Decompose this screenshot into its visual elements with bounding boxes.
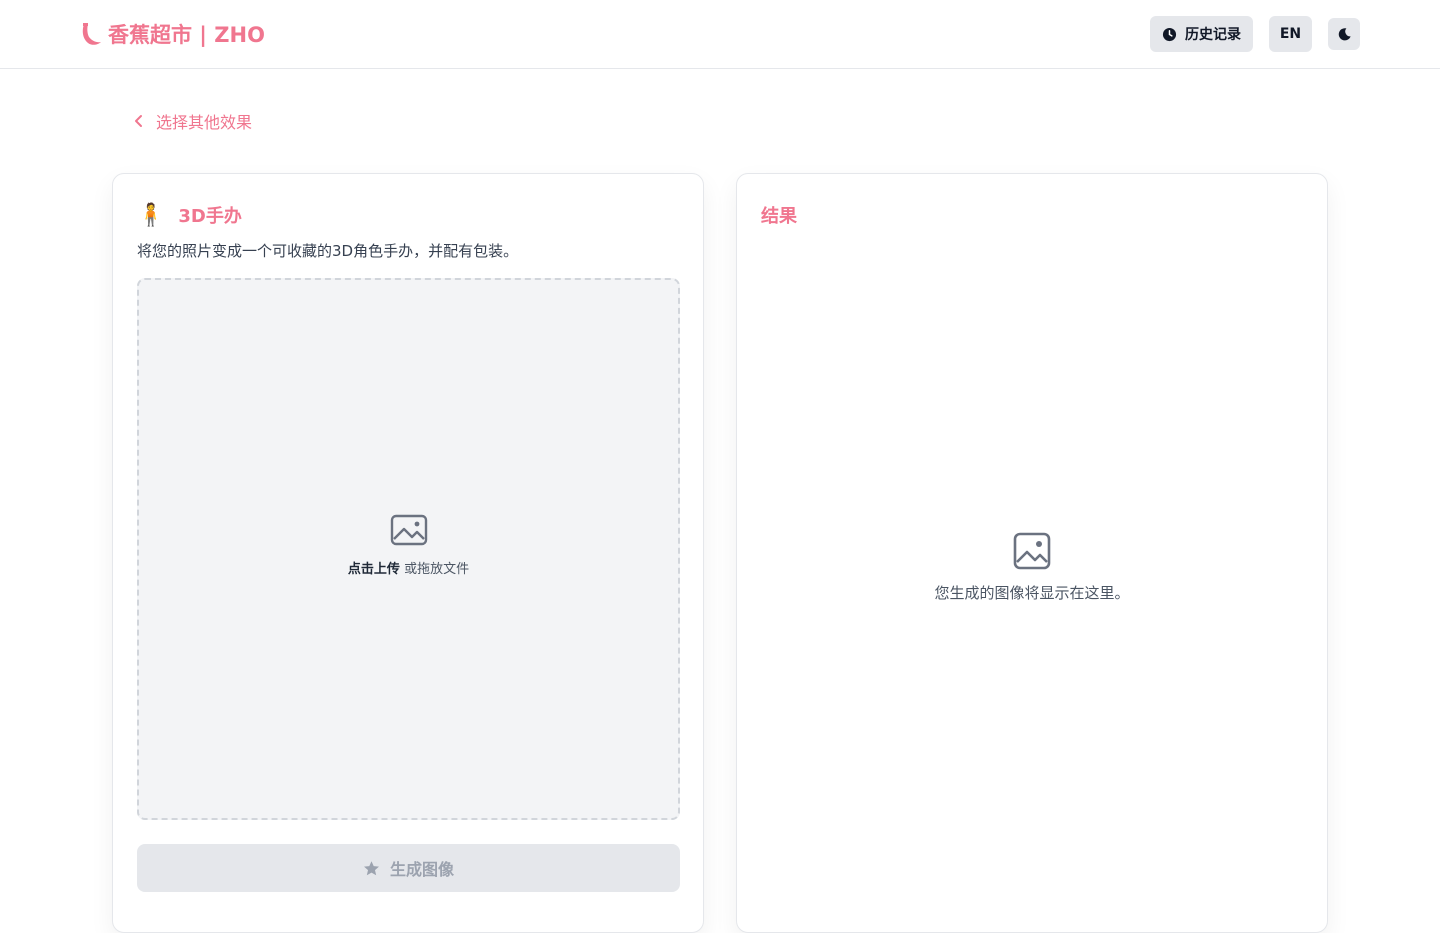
clock-icon	[1162, 27, 1177, 41]
back-label: 选择其他效果	[156, 113, 253, 132]
upload-instructions: 点击上传 或拖放文件	[348, 558, 469, 577]
upload-click-label[interactable]: 点击上传	[348, 562, 400, 577]
history-button[interactable]: 历史记录	[1150, 16, 1253, 52]
top-bar: 香蕉超市 | ZHO 历史记录 EN	[0, 0, 1440, 69]
generate-label: 生成图像	[389, 860, 454, 879]
brand-title: 香蕉超市 | ZHO	[108, 23, 265, 47]
moon-icon	[1338, 27, 1351, 40]
image-upload-dropzone[interactable]: 点击上传 或拖放文件	[137, 278, 680, 820]
result-placeholder-text: 您生成的图像将显示在这里。	[934, 584, 1130, 602]
language-toggle[interactable]: EN	[1269, 16, 1312, 52]
image-icon	[1013, 532, 1051, 570]
result-title: 结果	[761, 206, 797, 227]
upload-drag-label: 或拖放文件	[404, 562, 470, 577]
generate-image-button[interactable]: 生成图像	[137, 844, 680, 892]
result-panel: 结果 您生成的图像将显示在这里。	[736, 173, 1328, 933]
history-label: 历史记录	[1185, 27, 1241, 43]
brand-logo[interactable]: 香蕉超市 | ZHO	[80, 19, 265, 49]
effect-panel: 🧍 3D手办 将您的照片变成一个可收藏的3D角色手办，并配有包装。 点击上传 或…	[112, 173, 704, 933]
result-placeholder: 您生成的图像将显示在这里。	[737, 532, 1327, 603]
effect-title: 3D手办	[178, 206, 242, 227]
effect-emoji-icon: 🧍	[137, 202, 165, 228]
banana-icon	[82, 23, 101, 45]
effect-description: 将您的照片变成一个可收藏的3D角色手办，并配有包装。	[137, 242, 519, 260]
image-icon	[390, 514, 427, 546]
chevron-left-icon	[135, 115, 142, 127]
back-to-effects-link[interactable]: 选择其他效果	[132, 109, 252, 133]
star-icon	[364, 860, 379, 875]
theme-toggle[interactable]	[1328, 18, 1360, 50]
